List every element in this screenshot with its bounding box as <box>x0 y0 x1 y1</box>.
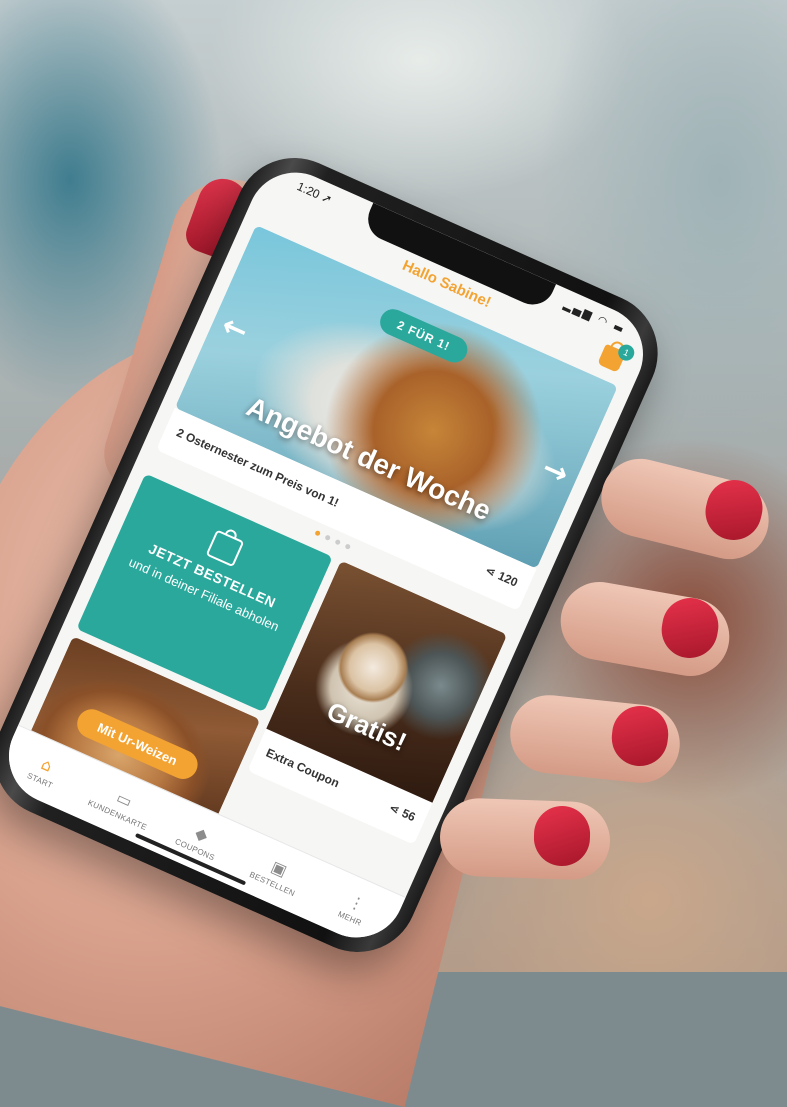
home-icon: ⌂ <box>38 753 56 776</box>
status-time: 1:20 ➚ <box>294 179 335 207</box>
hero-share-count: 120 <box>495 568 520 590</box>
tag-icon: ◆ <box>192 822 212 845</box>
prev-slide-arrow-icon[interactable]: ← <box>216 308 253 350</box>
tab-bestellen[interactable]: ▣ BESTELLEN <box>239 845 316 902</box>
tab-coupons[interactable]: ◆ COUPONS <box>161 811 238 868</box>
tab-mehr[interactable]: ⋮ MEHR <box>316 880 393 937</box>
offer-badge: 2 FÜR 1! <box>375 305 472 367</box>
hero-share-button[interactable]: ⋖120 <box>483 563 520 590</box>
coupon-share-button[interactable]: ⋖56 <box>387 800 418 824</box>
tab-start[interactable]: ⌂ START <box>6 742 83 799</box>
tab-kundenkarte[interactable]: ▭ KUNDENKARTE <box>84 776 161 833</box>
carousel-dot[interactable] <box>324 534 331 541</box>
next-slide-arrow-icon[interactable]: → <box>537 450 574 492</box>
carousel-dot[interactable] <box>344 543 352 550</box>
coupon-share-count: 56 <box>399 806 418 825</box>
shopping-bag-icon: ▣ <box>268 856 291 880</box>
carousel-dot[interactable] <box>334 538 342 546</box>
card-icon: ▭ <box>113 787 136 811</box>
carousel-dot[interactable] <box>314 529 321 537</box>
share-icon: ⋖ <box>386 800 402 818</box>
share-icon: ⋖ <box>483 562 498 580</box>
shopping-bag-icon <box>205 529 244 568</box>
